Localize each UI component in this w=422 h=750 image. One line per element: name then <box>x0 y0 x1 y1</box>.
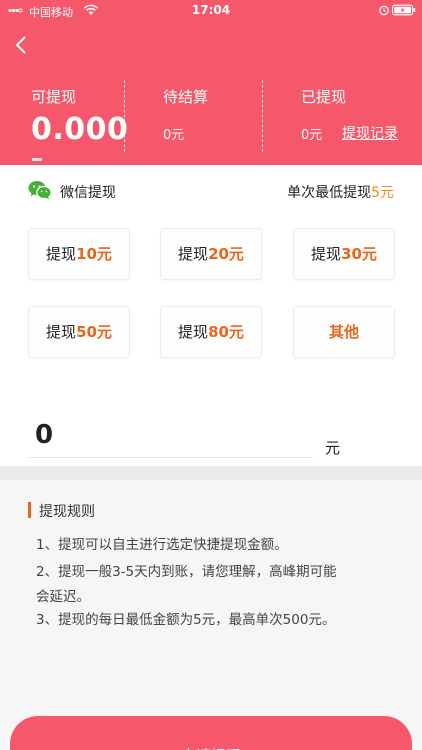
header-panel: 中国移动 17:04 可提现 0.000 待结算 0元 已提现 0元 提现记录 <box>0 0 422 165</box>
wechat-icon <box>28 181 52 200</box>
rule-line: 1、提现可以自主进行选定快捷提现金额。 <box>36 537 288 553</box>
option-amount: 80元 <box>208 323 244 341</box>
pending-label: 待结算 <box>163 88 209 106</box>
option-prefix: 提现 <box>178 245 209 263</box>
option-prefix: 提现 <box>46 245 77 263</box>
withdraw-record-link[interactable]: 提现记录 <box>342 123 398 143</box>
alarm-icon <box>379 5 389 16</box>
amount-unit: 元 <box>325 439 341 457</box>
option-amount: 10元 <box>76 245 112 263</box>
withdrawable-label: 可提现 <box>31 88 77 106</box>
option-amount: 50元 <box>76 323 112 341</box>
section-divider <box>0 466 422 480</box>
wechat-withdraw-label: 微信提现 <box>60 185 116 201</box>
option-amount: 其他 <box>328 323 359 341</box>
option-other-button[interactable]: 其他 <box>293 306 395 358</box>
chevron-left-icon <box>15 36 26 54</box>
option-80-button[interactable]: 提现80元 <box>160 306 262 358</box>
amount-input[interactable] <box>28 412 313 458</box>
option-10-button[interactable]: 提现10元 <box>28 228 130 280</box>
back-button[interactable] <box>10 30 36 60</box>
divider <box>124 80 125 152</box>
option-prefix: 提现 <box>46 323 77 341</box>
rule-line: 2、提现一般3-5天内到账，请您理解，高峰期可能 <box>36 564 337 580</box>
min-withdraw-prefix: 单次最低提现 <box>287 185 372 201</box>
submit-withdraw-button[interactable]: 申请提现 <box>10 716 412 750</box>
option-30-button[interactable]: 提现30元 <box>293 228 395 280</box>
pending-value: 0元 <box>163 128 185 143</box>
withdrawable-value-tail <box>32 158 42 161</box>
rules-title-marker <box>28 502 31 518</box>
divider <box>262 80 263 152</box>
status-time: 17:04 <box>191 3 231 17</box>
option-20-button[interactable]: 提现20元 <box>160 228 262 280</box>
option-amount: 30元 <box>341 245 377 263</box>
status-bar: 中国移动 17:04 <box>0 0 422 22</box>
min-withdraw-value: 5元 <box>371 185 394 201</box>
option-prefix: 提现 <box>178 323 209 341</box>
battery-charging-icon <box>392 4 416 16</box>
option-prefix: 提现 <box>311 245 342 263</box>
rules-title: 提现规则 <box>39 504 95 520</box>
rules-section: 提现规则 1、提现可以自主进行选定快捷提现金额。 2、提现一般3-5天内到账，请… <box>0 480 422 750</box>
withdrawable-value: 0.000 <box>31 112 129 147</box>
withdrawn-label: 已提现 <box>301 88 347 106</box>
option-amount: 20元 <box>208 245 244 263</box>
option-50-button[interactable]: 提现50元 <box>28 306 130 358</box>
min-withdraw-note: 单次最低提现5元 <box>287 182 394 202</box>
withdrawn-value: 0元 <box>301 128 323 143</box>
rule-line: 3、提现的每日最低金额为5元，最高单次500元。 <box>36 612 336 628</box>
wechat-withdraw-row: 微信提现 单次最低提现5元 <box>0 165 422 215</box>
